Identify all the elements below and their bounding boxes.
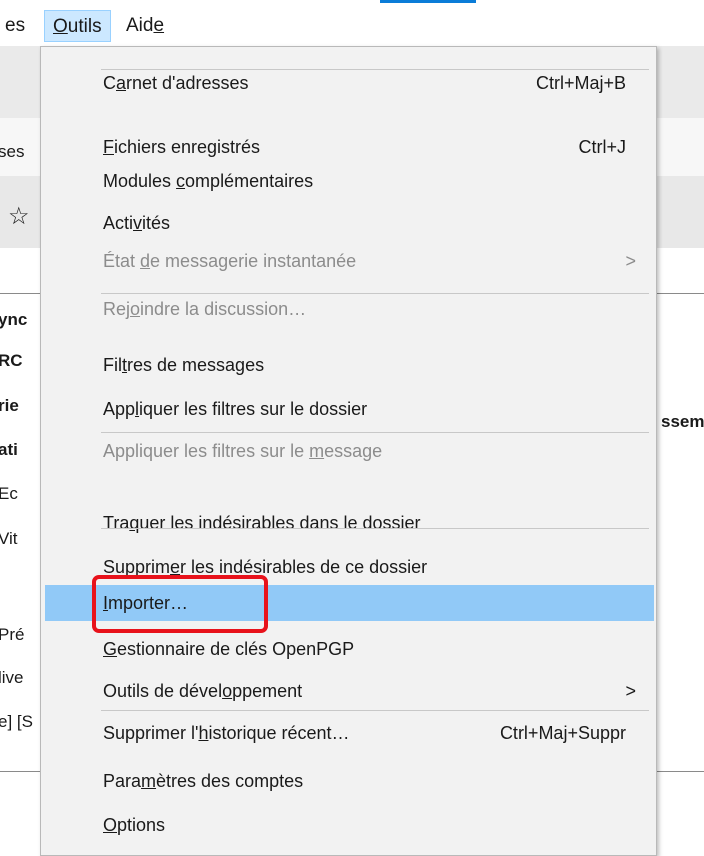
menu-item-label: Options (103, 815, 166, 835)
window-accent-line (380, 0, 476, 3)
menu-item-appliquer-les-filtres-sur-le-message: Appliquer les filtres sur le message (45, 433, 654, 469)
background-text-fragment: Vit (0, 529, 18, 548)
background-text-fragment: RC (0, 351, 23, 370)
menu-item-label: Outils de développement (103, 681, 303, 701)
menu-item-filtres-de-messages[interactable]: Filtres de messages (45, 347, 654, 383)
menu-item-paramètres-des-comptes[interactable]: Paramètres des comptes (45, 763, 654, 799)
menu-item-label: Rejoindre la discussion… (103, 299, 307, 319)
menubar-item-outils[interactable]: Outils (44, 10, 111, 42)
menu-separator (101, 432, 649, 433)
menu-item-carnet-d-adresses[interactable]: Carnet d'adresses Ctrl+Maj+B (45, 65, 654, 101)
menu-item-label: Fichiers enregistrés (103, 137, 261, 157)
menu-item-shortcut: Ctrl+J (578, 137, 626, 157)
menu-item-état-de-messagerie-instantanée: État de messagerie instantanée > (45, 243, 654, 279)
chevron-right-icon: > (625, 681, 636, 701)
menu-item-fichiers-enregistrés[interactable]: Fichiers enregistrés Ctrl+J (45, 129, 654, 165)
menu-item-label: Appliquer les filtres sur le message (103, 441, 383, 461)
menu-item-gestionnaire-de-clés-openpgp[interactable]: Gestionnaire de clés OpenPGP (45, 631, 654, 667)
background-tab-fragment[interactable]: ses (0, 142, 24, 162)
chevron-right-icon: > (625, 251, 636, 271)
background-text-fragment: live (0, 668, 24, 687)
background-text-fragment: rie (0, 396, 19, 415)
menu-separator (101, 528, 649, 529)
background-text-fragment: Pré (0, 625, 25, 644)
background-text-fragment: Ec (0, 484, 18, 503)
menubar-item-previous[interactable]: es (0, 10, 33, 42)
menu-item-traquer-les-indésirables-dans-le-dossier[interactable]: Traquer les indésirables dans le dossier (45, 505, 654, 541)
star-icon[interactable]: ☆ (8, 202, 30, 231)
menu-separator (101, 710, 649, 711)
menu-separator (101, 293, 649, 294)
menu-item-label: Paramètres des comptes (103, 771, 304, 791)
menu-item-label: Appliquer les filtres sur le dossier (103, 399, 368, 419)
menu-item-activités[interactable]: Activités (45, 205, 654, 241)
menubar-outils-underline: O (53, 16, 68, 37)
menu-item-modules-complémentaires[interactable]: Modules complémentaires (45, 163, 654, 199)
menubar-outils-label: utils (67, 16, 102, 37)
menubar-aide-label: Aid (126, 15, 154, 36)
outils-dropdown-menu: Carnet d'adresses Ctrl+Maj+B Fichiers enre… (40, 46, 657, 856)
menubar-aide-underline: e (153, 15, 165, 36)
background-text-fragment: ati (0, 440, 18, 459)
menu-item-supprimer-l-historique-récent[interactable]: Supprimer l'historique récent… Ctrl+Maj+S… (45, 715, 654, 751)
background-text-fragment: ssem (661, 412, 704, 431)
menu-item-appliquer-les-filtres-sur-le-dossier[interactable]: Appliquer les filtres sur le dossier (45, 391, 654, 427)
menu-item-shortcut: Ctrl+Maj+Suppr (499, 723, 626, 743)
menu-item-label: Activités (103, 213, 171, 233)
background-text-fragment: e] [S (0, 712, 33, 731)
menu-bar: es Outils Aide (0, 0, 704, 46)
background-text-fragment: ync (0, 310, 28, 329)
menu-item-label: Supprimer l'historique récent… (103, 723, 350, 743)
menu-item-label: Gestionnaire de clés OpenPGP (103, 639, 355, 659)
menu-item-rejoindre-la-discussion: Rejoindre la discussion… (45, 291, 654, 327)
annotation-highlight-box (92, 575, 268, 633)
menu-item-label: Filtres de messages (103, 355, 265, 375)
menu-item-shortcut: Ctrl+Maj+B (535, 73, 626, 93)
menu-separator (101, 69, 649, 70)
menu-item-label: Modules complémentaires (103, 171, 314, 191)
menu-item-options[interactable]: Options (45, 807, 654, 843)
menu-item-label: Traquer les indésirables dans le dossier (103, 513, 421, 533)
menubar-item-aide[interactable]: Aide (118, 10, 172, 42)
menu-item-label: État de messagerie instantanée (103, 251, 357, 271)
menu-item-label: Carnet d'adresses (103, 73, 249, 93)
menu-item-outils-de-développement[interactable]: Outils de développement > (45, 673, 654, 709)
menubar-item-previous-label: es (5, 15, 26, 36)
